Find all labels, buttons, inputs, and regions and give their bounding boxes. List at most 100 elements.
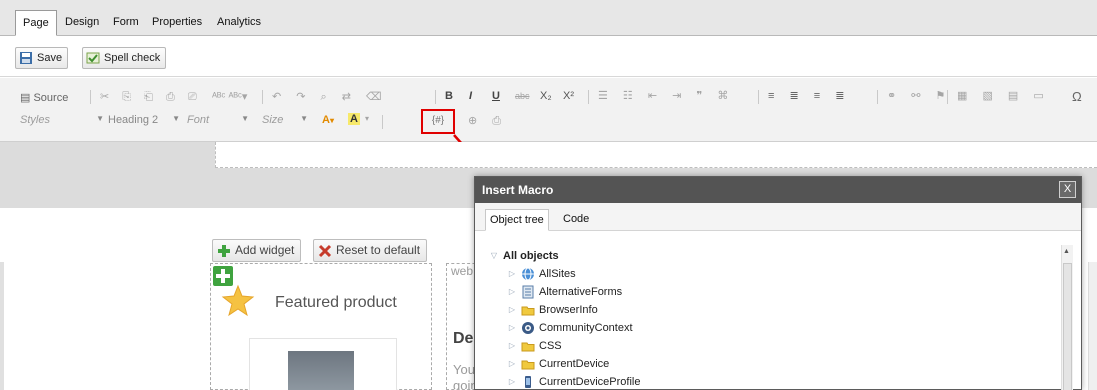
spellcheck-icon[interactable]: ᴬᴮᶜ ᴬᴮᶜ▾ [212,90,247,103]
chevron-up-icon[interactable]: ▲ [1063,248,1070,255]
tree-item[interactable]: ▷ BrowserInfo [507,301,598,319]
widget-zone: Featured product [210,263,432,390]
tab-design[interactable]: Design [58,10,106,36]
insert-macro-dialog: Insert Macro X Object tree Code ▽ All ob… [474,176,1082,390]
tab-page[interactable]: Page [15,10,57,36]
separator [877,90,878,104]
plus-icon [218,244,230,257]
add-widget-label: Add widget [235,243,295,257]
separator [382,115,383,129]
editable-region[interactable] [215,142,1097,168]
tree-item[interactable]: ▷ CurrentDevice [507,355,609,373]
tab-code[interactable]: Code [559,209,593,231]
form-icon [522,285,534,299]
featured-product-title: Featured product [275,294,397,311]
spell-check-button[interactable]: Spell check [82,47,167,69]
strike-button[interactable]: abc [515,91,530,101]
source-button[interactable]: ▤ Source [20,91,68,104]
chevron-right-icon: ▷ [508,323,516,332]
size-combo[interactable]: Size ▼ [262,114,308,132]
star-icon [221,284,255,317]
font-label: Font [187,114,210,126]
format-combo[interactable]: Heading 2 ▼ [108,114,180,132]
italic-button[interactable]: I [469,90,472,102]
special-char-icon[interactable]: Ω [1072,89,1082,104]
scrollbar-thumb[interactable] [1063,263,1072,390]
styles-combo[interactable]: Styles ▼ [20,114,104,132]
tree-item-label: AllSites [539,268,576,280]
source-icon: ▤ [20,92,31,104]
tree-item-label: CurrentDeviceProfile [539,376,641,388]
body-text-line-1: You [453,362,475,377]
device-icon [525,376,531,388]
tree-item[interactable]: ▷ CurrentDeviceProfile [507,373,640,390]
action-toolbar: Save Spell check [0,37,1097,77]
spell-check-icon [86,52,100,64]
font-combo[interactable]: Font ▼ [187,114,249,132]
bold-button[interactable]: B [445,90,453,102]
misc-icons[interactable]: ⊕ ⎙ [468,114,507,128]
insert-macro-button[interactable]: {#} [421,109,455,134]
tree-item-label: CurrentDevice [539,358,610,370]
spell-check-label: Spell check [104,52,161,64]
undo-redo-icons[interactable]: ↶ ↷ ⌕ ⇄ ⌫ [272,90,388,104]
separator [758,90,759,104]
tree-item[interactable]: ▷ AlternativeForms [507,283,622,301]
subscript-button[interactable]: X₂ [540,90,552,102]
tree-item[interactable]: ▷ CommunityContext [507,319,633,337]
clipboard-icons[interactable]: ✂ ⎘ ⎗ ⎙ ⎚ [100,90,202,104]
save-icon [20,52,32,64]
align-icons[interactable]: ≡ ≣ ≡ ≣ [768,89,850,102]
chevron-right-icon: ▷ [508,269,516,278]
save-label: Save [37,52,63,64]
separator [262,90,263,104]
insert-icons[interactable]: ▦ ▧ ▤ ▭ [957,89,1050,102]
tree-item-label: CommunityContext [539,322,633,334]
community-icon [522,322,534,334]
globe-icon [522,267,534,281]
background-color-button[interactable]: A [348,113,360,125]
save-button[interactable]: Save [15,47,69,69]
list-indent-icons[interactable]: ☰ ☷ ⇤ ⇥ ❞ ⌘ [598,89,734,102]
chevron-right-icon: ▷ [508,341,516,350]
product-image-frame [249,338,397,390]
close-button[interactable]: X [1059,181,1076,198]
separator [435,90,436,104]
editor-toolbar: ▤ Source ✂ ⎘ ⎗ ⎙ ⎚ ᴬᴮᶜ ᴬᴮᶜ▾ ↶ ↷ ⌕ ⇄ ⌫ B … [0,78,1097,142]
tree-root-label: All objects [503,250,559,262]
tree-item[interactable]: ▷ CSS [507,337,562,355]
reset-default-button[interactable]: Reset to default [313,239,428,262]
chevron-right-icon: ▷ [508,287,516,296]
page-scrollbar[interactable] [1088,262,1097,390]
close-icon [318,244,332,257]
separator [90,90,91,104]
separator [588,90,589,104]
tree-root[interactable]: ▽ All objects [489,247,559,265]
chevron-right-icon: ▷ [508,359,516,368]
page-tabs: Page Design Form Properties Analytics [0,0,1097,36]
product-image [288,351,354,390]
plus-icon [216,269,230,283]
tree-item[interactable]: ▷ AllSites [507,265,576,283]
tab-object-tree[interactable]: Object tree [485,209,549,231]
tab-analytics[interactable]: Analytics [210,10,268,36]
underline-button[interactable]: U [492,90,500,102]
text-color-button[interactable]: A▾ [322,114,334,126]
dialog-title: Insert Macro [475,177,1081,203]
tab-properties[interactable]: Properties [145,10,209,36]
add-widget-button[interactable]: Add widget [212,239,302,262]
chevron-down-icon[interactable]: ▾ [365,114,369,123]
tree-item-label: CSS [539,340,562,352]
tree-item-label: BrowserInfo [539,304,598,316]
tab-form[interactable]: Form [106,10,146,36]
superscript-button[interactable]: X² [563,90,574,102]
format-label: Heading 2 [108,114,159,126]
chevron-down-icon: ▼ [300,114,308,123]
add-widget-plus-icon[interactable] [213,266,233,286]
separator [947,90,948,104]
tree-scrollbar[interactable]: ▲ [1061,245,1073,390]
chevron-right-icon: ▷ [508,305,516,314]
reset-label: Reset to default [336,243,421,257]
link-icons[interactable]: ⚭ ⚯ ⚑ [887,89,951,102]
folder-icon [521,360,535,370]
